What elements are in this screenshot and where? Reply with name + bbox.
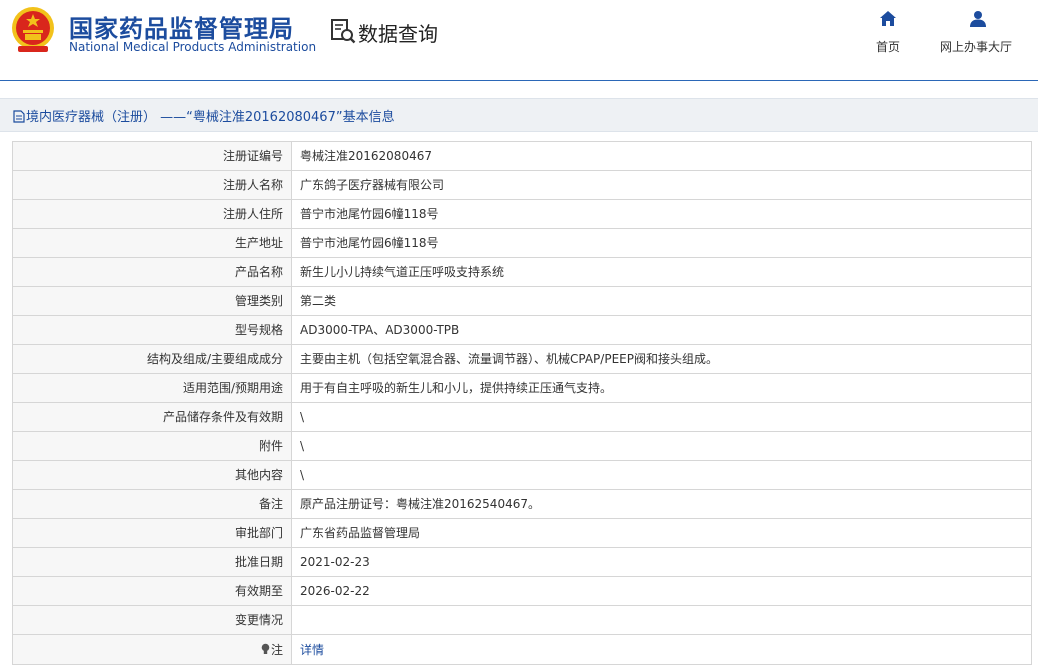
field-label: 注册证编号 (12, 141, 292, 171)
note-label: 注 (12, 634, 292, 665)
field-label: 审批部门 (12, 518, 292, 548)
field-label: 备注 (12, 489, 292, 519)
detail-table: 注册证编号 粤械注准20162080467 注册人名称 广东鸽子医疗器械有限公司 注册人… (12, 141, 1032, 665)
field-value: 原产品注册证号：粤械注准20162540467。 (291, 489, 1032, 519)
field-label: 注册人住所 (12, 199, 292, 229)
home-icon (880, 11, 896, 26)
field-label: 结构及组成/主要组成成分 (12, 344, 292, 374)
field-value: 第二类 (291, 286, 1032, 316)
section-title: 数据查询 (358, 22, 438, 46)
field-value: 粤械注准20162080467 (291, 141, 1032, 171)
data-query-icon (331, 19, 356, 44)
field-value: \ (291, 460, 1032, 490)
site-header: 国家药品监督管理局 National Medical Products Admi… (0, 0, 1038, 81)
agency-name-cn[interactable]: 国家药品监督管理局 (69, 9, 294, 44)
breadcrumb: 境内医疗器械（注册） ——“粤械注准20162080467”基本信息 (13, 106, 395, 125)
field-label: 产品名称 (12, 257, 292, 287)
field-label: 注册人名称 (12, 170, 292, 200)
field-label: 管理类别 (12, 286, 292, 316)
field-label: 有效期至 (12, 576, 292, 606)
table-row: 型号规格 AD3000-TPA、AD3000-TPB (12, 315, 1032, 345)
note-value: 详情 (291, 634, 1032, 665)
table-row: 附件 \ (12, 431, 1032, 461)
field-label: 变更情况 (12, 605, 292, 635)
field-label: 型号规格 (12, 315, 292, 345)
field-value: 广东省药品监督管理局 (291, 518, 1032, 548)
field-value (291, 605, 1032, 635)
field-label: 其他内容 (12, 460, 292, 490)
table-row-note: 注 详情 (12, 634, 1032, 665)
field-label: 适用范围/预期用途 (12, 373, 292, 403)
field-value: 用于有自主呼吸的新生儿和小儿，提供持续正压通气支持。 (291, 373, 1032, 403)
user-icon (970, 11, 986, 27)
breadcrumb-bar: 境内医疗器械（注册） ——“粤械注准20162080467”基本信息 (0, 98, 1038, 132)
table-row: 注册人住所 普宁市池尾竹园6幢118号 (12, 199, 1032, 229)
field-value: 主要由主机（包括空氧混合器、流量调节器）、机械CPAP/PEEP阀和接头组成。 (291, 344, 1032, 374)
nav-online-hall-label: 网上办事大厅 (940, 40, 1013, 54)
table-row: 注册证编号 粤械注准20162080467 (12, 141, 1032, 171)
field-value: 普宁市池尾竹园6幢118号 (291, 228, 1032, 258)
note-label-text: 注 (270, 642, 283, 657)
lightbulb-icon (261, 643, 270, 654)
document-icon (13, 110, 25, 123)
field-label: 产品储存条件及有效期 (12, 402, 292, 432)
field-value: \ (291, 402, 1032, 432)
breadcrumb-text: 境内医疗器械（注册） ——“粤械注准20162080467”基本信息 (26, 110, 395, 125)
table-row: 变更情况 (12, 605, 1032, 635)
field-value: 普宁市池尾竹园6幢118号 (291, 199, 1032, 229)
field-label: 批准日期 (12, 547, 292, 577)
nav-home-label: 首页 (876, 40, 901, 54)
field-value: 2026-02-22 (291, 576, 1032, 606)
table-row: 产品名称 新生儿小儿持续气道正压呼吸支持系统 (12, 257, 1032, 287)
agency-name-en[interactable]: National Medical Products Administration (69, 40, 316, 54)
table-row: 结构及组成/主要组成成分 主要由主机（包括空氧混合器、流量调节器）、机械CPAP/… (12, 344, 1032, 374)
detail-link[interactable]: 详情 (300, 643, 324, 657)
field-label: 附件 (12, 431, 292, 461)
table-row: 有效期至 2026-02-22 (12, 576, 1032, 606)
national-emblem-icon (12, 7, 54, 52)
field-value: 2021-02-23 (291, 547, 1032, 577)
table-row: 生产地址 普宁市池尾竹园6幢118号 (12, 228, 1032, 258)
table-row: 产品储存条件及有效期 \ (12, 402, 1032, 432)
field-value: 广东鸽子医疗器械有限公司 (291, 170, 1032, 200)
table-row: 管理类别 第二类 (12, 286, 1032, 316)
table-row: 适用范围/预期用途 用于有自主呼吸的新生儿和小儿，提供持续正压通气支持。 (12, 373, 1032, 403)
field-label: 生产地址 (12, 228, 292, 258)
table-row: 审批部门 广东省药品监督管理局 (12, 518, 1032, 548)
table-row: 注册人名称 广东鸽子医疗器械有限公司 (12, 170, 1032, 200)
field-value: AD3000-TPA、AD3000-TPB (291, 315, 1032, 345)
field-value: \ (291, 431, 1032, 461)
table-row: 其他内容 \ (12, 460, 1032, 490)
table-row: 批准日期 2021-02-23 (12, 547, 1032, 577)
table-row: 备注 原产品注册证号：粤械注准20162540467。 (12, 489, 1032, 519)
field-value: 新生儿小儿持续气道正压呼吸支持系统 (291, 257, 1032, 287)
